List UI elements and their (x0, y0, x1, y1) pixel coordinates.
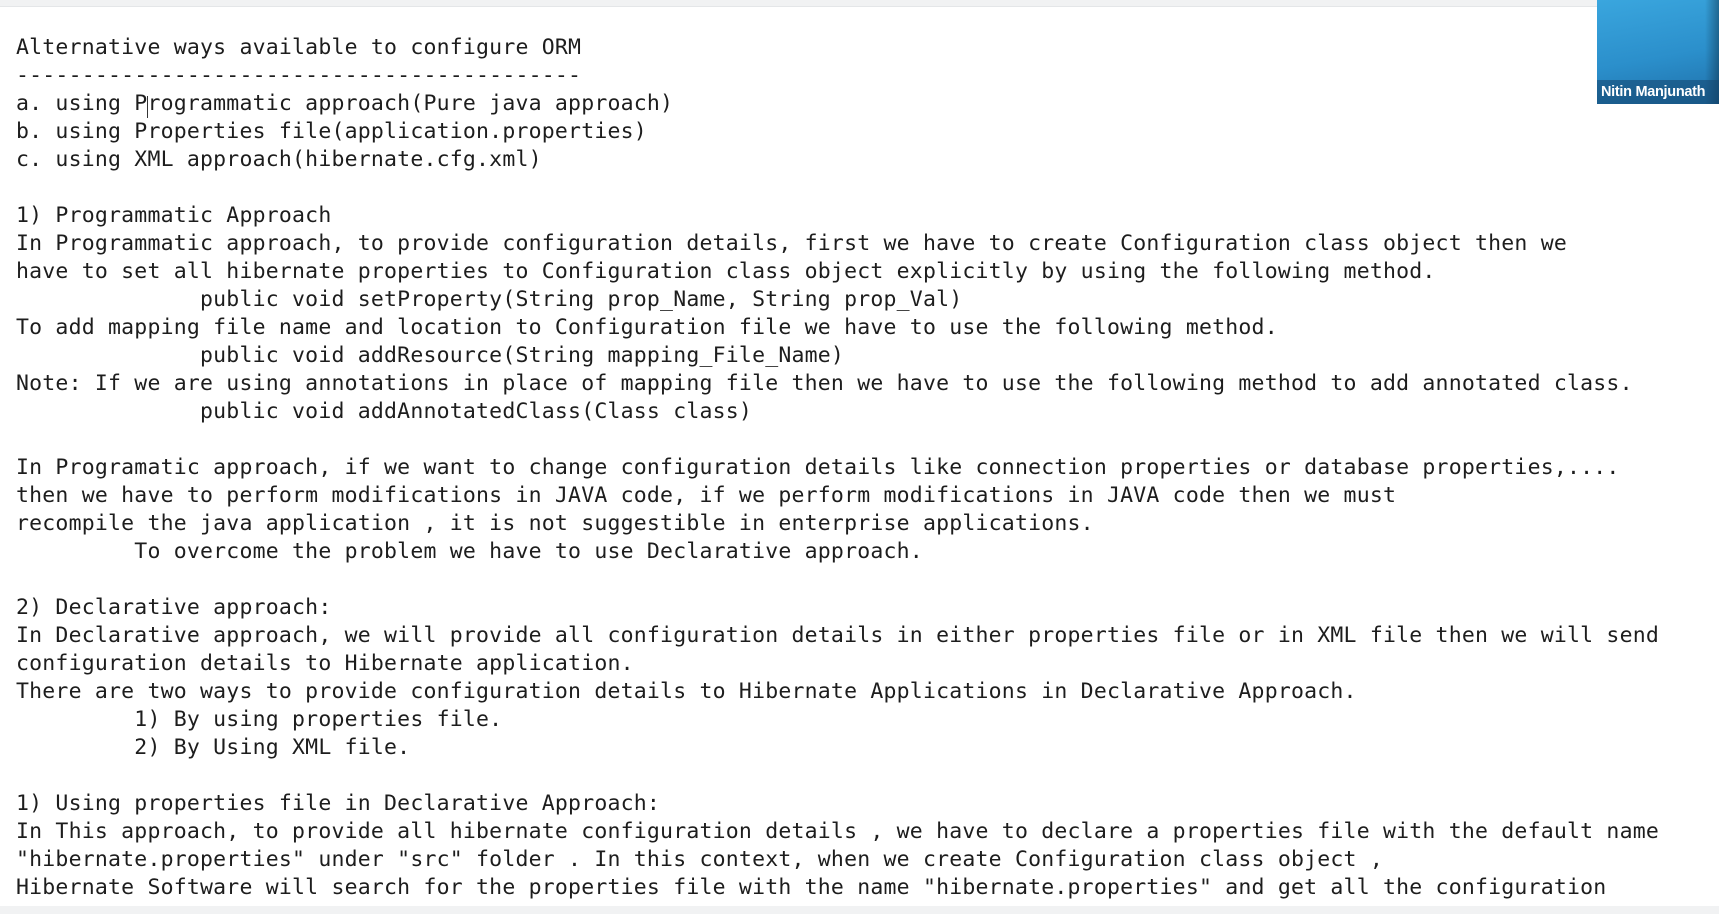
doc-line: 1) By using properties file. (16, 707, 503, 732)
doc-line: 1) Using properties file in Declarative … (16, 791, 661, 816)
participant-video-tile[interactable]: Nitin Manjunath (1597, 0, 1719, 104)
doc-line: In Declarative approach, we will provide… (16, 623, 1660, 648)
doc-line: have to set all hibernate properties to … (16, 259, 1436, 284)
doc-line: "hibernate.properties" under "src" folde… (16, 847, 1383, 872)
doc-line (16, 174, 1696, 202)
doc-line: public void addResource(String mapping_F… (16, 343, 845, 368)
doc-line: Hibernate Software will search for the p… (16, 875, 1607, 900)
doc-line: To add mapping file name and location to… (16, 315, 1278, 340)
doc-line: 1) Programmatic Approach (16, 203, 332, 228)
doc-line: a. using Programmatic approach(Pure java… (16, 91, 674, 116)
doc-line: In Programmatic approach, to provide con… (16, 231, 1568, 256)
doc-line: In Programatic approach, if we want to c… (16, 455, 1620, 480)
doc-line: b. using Properties file(application.pro… (16, 119, 647, 144)
participant-name: Nitin Manjunath (1601, 84, 1706, 100)
doc-line: recompile the java application , it is n… (16, 511, 1094, 536)
doc-line (16, 426, 1696, 454)
doc-line: There are two ways to provide configurat… (16, 679, 1357, 704)
document-text-area[interactable]: Alternative ways available to configure … (16, 34, 1696, 904)
doc-line: then we have to perform modifications in… (16, 483, 1397, 508)
doc-line: Note: If we are using annotations in pla… (16, 371, 1633, 396)
doc-line (16, 762, 1696, 790)
bottom-scroll-strip (0, 906, 1719, 914)
doc-line: ----------------------------------------… (16, 63, 582, 88)
doc-line: To overcome the problem we have to use D… (16, 539, 923, 564)
top-toolbar-strip (0, 0, 1719, 7)
doc-line: 2) Declarative approach: (16, 595, 332, 620)
doc-line: In This approach, to provide all hiberna… (16, 819, 1660, 844)
doc-line: public void setProperty(String prop_Name… (16, 287, 963, 312)
doc-line: 2) By Using XML file. (16, 735, 411, 760)
text-cursor (147, 96, 148, 118)
doc-line: Alternative ways available to configure … (16, 35, 582, 60)
doc-line: c. using XML approach(hibernate.cfg.xml) (16, 147, 542, 172)
doc-line: configuration details to Hibernate appli… (16, 651, 634, 676)
doc-line: public void addAnnotatedClass(Class clas… (16, 399, 753, 424)
doc-line (16, 566, 1696, 594)
